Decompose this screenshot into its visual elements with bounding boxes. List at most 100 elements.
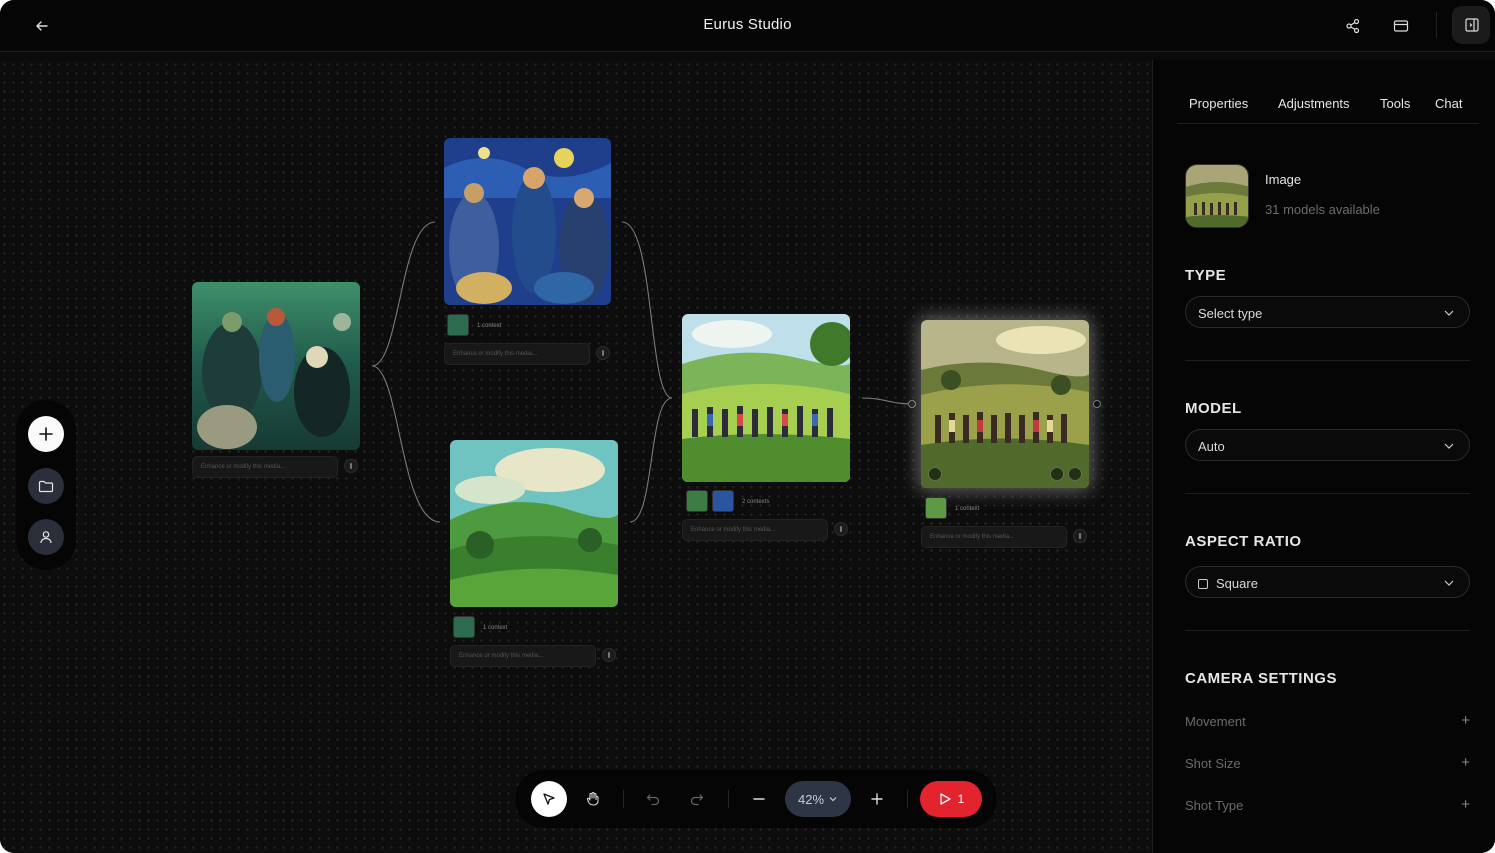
chevron-down-icon — [1444, 443, 1454, 449]
context-count: 1 context — [477, 323, 502, 329]
play-icon — [940, 793, 951, 805]
pan-tool-button[interactable] — [575, 781, 611, 817]
aspect-ratio-select[interactable]: Square — [1185, 566, 1470, 598]
redo-button[interactable] — [681, 781, 713, 817]
prompt-input[interactable]: Enhance or modify this media... — [450, 645, 596, 667]
meadow-dance-node[interactable] — [682, 314, 850, 482]
context-thumbnail — [925, 497, 947, 519]
green-valley-node[interactable] — [450, 440, 618, 607]
context-thumbnail — [686, 490, 708, 512]
chevron-down-icon — [1444, 310, 1454, 316]
mic-button[interactable] — [602, 648, 616, 662]
aspect-ratio-heading: ASPECT RATIO — [1185, 533, 1302, 550]
card-layout-icon — [1393, 20, 1409, 32]
download-icon[interactable] — [1050, 467, 1064, 481]
type-select[interactable]: Select type — [1185, 296, 1470, 328]
select-tool-button[interactable] — [531, 781, 567, 817]
section-divider — [1185, 360, 1470, 361]
context-count: 1 context — [955, 506, 980, 512]
media-thumbnail — [1185, 164, 1249, 228]
context-thumbnail — [447, 314, 469, 336]
node-canvas[interactable]: Enhance or modify this media... 1 contex… — [0, 60, 1152, 853]
folder-icon — [38, 480, 54, 493]
mic-button[interactable] — [596, 346, 610, 360]
user-icon — [40, 531, 52, 544]
prompt-input[interactable]: Enhance or modify this media... — [444, 343, 590, 365]
link-source-to-starry — [371, 221, 436, 367]
output-port[interactable] — [1093, 400, 1101, 408]
chevron-down-icon — [1444, 580, 1454, 586]
link-meadow-to-final — [861, 397, 913, 405]
aspect-ratio-value: Square — [1216, 576, 1258, 591]
crowd-painting-image — [192, 282, 360, 450]
plus-icon[interactable]: + — [1461, 754, 1470, 771]
section-divider — [1185, 630, 1470, 631]
context-thumbnail — [453, 616, 475, 638]
source-image-node[interactable] — [192, 282, 360, 450]
camera-shot-type-row[interactable]: Shot Type + — [1185, 796, 1470, 813]
camera-shot-size-row[interactable]: Shot Size + — [1185, 754, 1470, 771]
zoom-out-button[interactable] — [743, 781, 775, 817]
prompt-input[interactable]: Enhance or modify this media... — [682, 519, 828, 541]
starry-crowd-node[interactable] — [444, 138, 611, 305]
input-port[interactable] — [908, 400, 916, 408]
link-source-to-valley — [371, 365, 441, 523]
model-select[interactable]: Auto — [1185, 429, 1470, 461]
add-node-button[interactable] — [28, 416, 64, 452]
share-button[interactable] — [1337, 10, 1369, 42]
final-meadow-thumbnail — [1186, 165, 1248, 227]
camera-movement-row[interactable]: Movement + — [1185, 712, 1470, 729]
zoom-level-dropdown[interactable]: 42% — [785, 781, 851, 817]
run-button[interactable]: 1 — [920, 781, 982, 817]
zoom-in-button[interactable] — [861, 781, 893, 817]
final-meadow-image — [921, 320, 1089, 488]
app-window: Eurus Studio Enhance or modify this medi… — [0, 0, 1495, 853]
tab-tools[interactable]: Tools — [1380, 96, 1410, 111]
camera-settings-heading: CAMERA SETTINGS — [1185, 670, 1337, 687]
type-heading: TYPE — [1185, 267, 1227, 284]
top-bar: Eurus Studio — [0, 0, 1495, 52]
prompt-input[interactable]: Enhance or modify this media... — [921, 526, 1067, 548]
tab-adjustments[interactable]: Adjustments — [1278, 96, 1350, 111]
mic-button[interactable] — [1073, 529, 1087, 543]
plus-icon[interactable]: + — [1461, 796, 1470, 813]
mic-button[interactable] — [344, 459, 358, 473]
folder-button[interactable] — [28, 468, 64, 504]
toolbar-divider — [623, 790, 624, 808]
share-icon — [1346, 18, 1360, 34]
type-value: Select type — [1198, 306, 1263, 321]
context-count: 1 context — [483, 625, 508, 631]
models-available: 31 models available — [1265, 202, 1380, 217]
redo-icon — [690, 794, 704, 806]
tab-properties[interactable]: Properties — [1189, 96, 1248, 111]
undo-button[interactable] — [637, 781, 669, 817]
minus-icon — [753, 798, 765, 800]
toolbar-divider — [907, 790, 908, 808]
plus-icon — [871, 793, 883, 805]
upload-icon[interactable] — [928, 467, 942, 481]
panel-tabs: Properties Adjustments Tools Chat — [1177, 96, 1479, 124]
camera-shot-type-label: Shot Type — [1185, 798, 1244, 813]
link-starry-to-meadow — [621, 221, 673, 399]
run-count: 1 — [957, 792, 965, 806]
prompt-input[interactable]: Enhance or modify this media... — [192, 456, 338, 478]
tab-chat[interactable]: Chat — [1435, 96, 1462, 111]
hand-icon — [586, 791, 599, 806]
profile-button[interactable] — [28, 519, 64, 555]
mic-button[interactable] — [834, 522, 848, 536]
context-count: 2 contexts — [742, 499, 770, 505]
side-toolbar — [16, 400, 76, 570]
link-valley-to-meadow — [629, 397, 673, 523]
bottom-toolbar: 42% 1 — [515, 770, 997, 828]
square-icon — [1198, 579, 1208, 589]
camera-shot-size-label: Shot Size — [1185, 756, 1241, 771]
expand-icon[interactable] — [1068, 467, 1082, 481]
toggle-panel-button[interactable] — [1452, 6, 1490, 44]
green-valley-image — [450, 440, 618, 607]
section-divider — [1185, 493, 1470, 494]
layout-button[interactable] — [1385, 10, 1417, 42]
starry-crowd-image — [444, 138, 611, 305]
properties-panel: Properties Adjustments Tools Chat Image … — [1152, 60, 1495, 853]
plus-icon[interactable]: + — [1461, 712, 1470, 729]
final-output-node[interactable] — [921, 320, 1089, 488]
